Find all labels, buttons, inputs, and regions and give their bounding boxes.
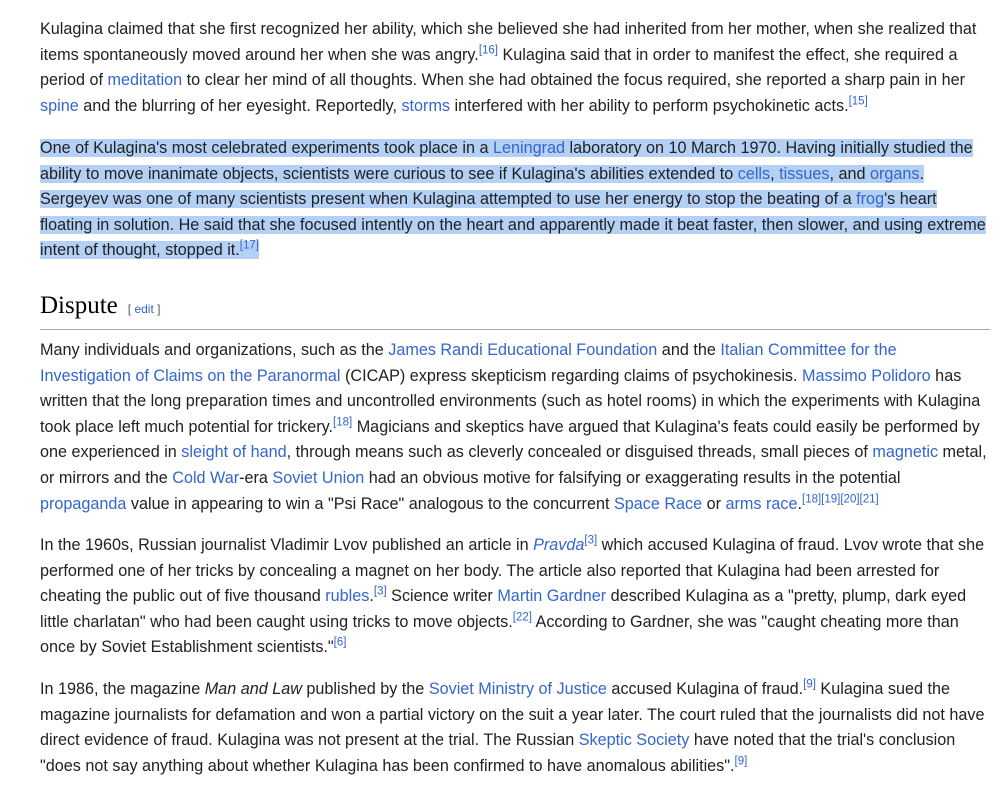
edit-section-link[interactable]: edit [134, 302, 153, 316]
text: had an obvious motive for falsifying or … [364, 468, 901, 487]
text: to clear her mind of all thoughts. When … [182, 71, 966, 90]
text: interfered with her ability to perform p… [450, 96, 849, 115]
link-arms-race[interactable]: arms race [726, 495, 798, 513]
link-soviet-ministry-of-justice[interactable]: Soviet Ministry of Justice [429, 680, 607, 698]
citation-15[interactable]: [15] [849, 95, 868, 108]
link-sleight-of-hand[interactable]: sleight of hand [181, 443, 286, 461]
text: , [770, 164, 780, 183]
link-meditation[interactable]: meditation [108, 71, 183, 89]
link-skeptic-society[interactable]: Skeptic Society [579, 731, 690, 749]
link-propaganda[interactable]: propaganda [40, 495, 126, 513]
link-spine[interactable]: spine [40, 97, 79, 115]
link-pravda[interactable]: Pravda [533, 536, 584, 554]
citation-9[interactable]: [9] [735, 755, 748, 768]
citation-22[interactable]: [22] [513, 611, 532, 624]
citation-3[interactable]: [3] [374, 586, 387, 598]
link-massimo-polidoro[interactable]: Massimo Polidoro [802, 367, 931, 385]
text: In the 1960s, Russian journalist Vladimi… [40, 536, 534, 554]
citation-16[interactable]: [16] [479, 44, 498, 56]
text: value in appearing to win a "Psi Race" a… [126, 494, 614, 513]
text: , and [829, 164, 871, 183]
link-magnetic[interactable]: magnetic [872, 443, 938, 461]
text: accused Kulagina of fraud. [606, 680, 804, 698]
citation-9[interactable]: [9] [803, 679, 816, 691]
text: (CICAP) express skepticism regarding cla… [340, 366, 803, 385]
citation-17[interactable]: [17] [240, 240, 259, 252]
citation-18[interactable]: [18] [333, 416, 352, 429]
link-soviet-union[interactable]: Soviet Union [272, 469, 364, 487]
text: , through means such as cleverly conceal… [286, 443, 873, 462]
link-frog[interactable]: frog [856, 190, 884, 208]
text: published by the [301, 680, 429, 698]
link-cold-war[interactable]: Cold War [172, 469, 239, 487]
section-heading-dispute: Dispute [ edit ] [40, 292, 990, 330]
paragraph-lvov-pravda: In the 1960s, Russian journalist Vladimi… [40, 533, 990, 661]
bracket-close: ] [153, 302, 161, 316]
link-cells[interactable]: cells [738, 165, 770, 183]
citation-3[interactable]: [3] [584, 535, 597, 547]
paragraph-ability-origin: Kulagina claimed that she first recogniz… [40, 17, 990, 119]
text: or [702, 494, 726, 513]
text: and the [657, 341, 721, 359]
edit-section-link-wrapper: [ edit ] [128, 302, 161, 316]
link-storms[interactable]: storms [401, 97, 450, 115]
link-tissues[interactable]: tissues [779, 165, 829, 183]
link-organs[interactable]: organs [870, 165, 920, 183]
magazine-title: Man and Law [204, 680, 302, 698]
link-rubles[interactable]: rubles [325, 587, 369, 605]
text: -era [239, 468, 273, 487]
text: Science writer [386, 587, 498, 606]
text: Many individuals and organizations, such… [40, 341, 389, 359]
text: In 1986, the magazine [40, 680, 205, 698]
paragraph-man-and-law: In 1986, the magazine Man and Law publis… [40, 677, 990, 779]
link-james-randi-foundation[interactable]: James Randi Educational Foundation [388, 341, 657, 359]
link-leningrad[interactable]: Leningrad [493, 139, 565, 157]
text: and the blurring of her eyesight. Report… [78, 96, 402, 115]
heading-title: Dispute [40, 292, 118, 319]
link-martin-gardner[interactable]: Martin Gardner [497, 587, 606, 605]
citation-6[interactable]: [6] [334, 637, 347, 649]
paragraph-frog-experiment-selected: One of Kulagina's most celebrated experi… [40, 136, 990, 264]
link-space-race[interactable]: Space Race [614, 495, 702, 513]
paragraph-skepticism: Many individuals and organizations, such… [40, 338, 990, 517]
citations-18-21[interactable]: [18][19][20][21] [802, 493, 879, 505]
text: One of Kulagina's most celebrated experi… [40, 139, 493, 157]
